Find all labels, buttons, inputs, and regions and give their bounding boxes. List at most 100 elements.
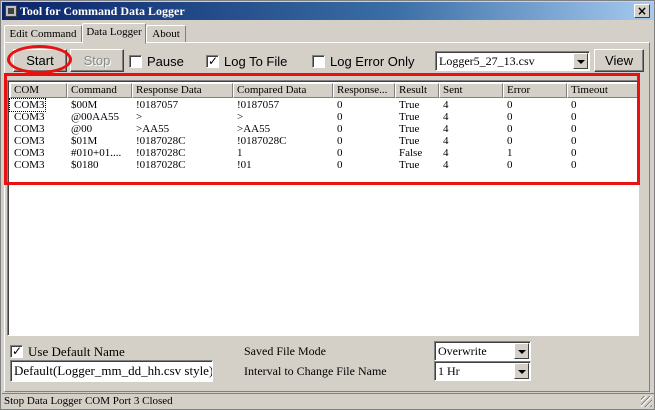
chevron-down-icon[interactable] (514, 363, 529, 379)
cell-com: COM3 (14, 159, 45, 171)
log-table[interactable]: COM Command Response Data Compared Data … (7, 80, 639, 336)
cell-error: 0 (507, 159, 513, 171)
cell-command: $0180 (71, 159, 99, 171)
stop-button[interactable]: Stop (70, 49, 124, 72)
tab-data-logger[interactable]: Data Logger (82, 23, 146, 44)
cell-error: 1 (507, 147, 513, 159)
view-button[interactable]: View (594, 49, 644, 72)
cell-command: @00AA55 (71, 111, 120, 123)
cell-result: True (399, 99, 420, 111)
pause-checkbox-box[interactable] (129, 55, 142, 68)
cell-result: True (399, 111, 420, 123)
cell-command: $00M (71, 99, 98, 111)
cell-sent: 4 (443, 99, 449, 111)
column-header-compared-data[interactable]: Compared Data (233, 83, 333, 98)
interval-value: 1 Hr (438, 364, 460, 378)
cell-result: True (399, 135, 420, 147)
cell-error: 0 (507, 123, 513, 135)
status-bar: Stop Data Logger COM Port 3 Closed (2, 393, 654, 409)
resize-grip-icon[interactable] (641, 396, 652, 407)
chevron-down-icon[interactable] (573, 53, 588, 69)
cell-timeout: 0 (571, 159, 577, 171)
title-bar: Tool for Command Data Logger × (2, 2, 654, 20)
cell-com: COM3 (14, 135, 45, 147)
cell-compared-data: > (237, 111, 244, 123)
cell-error: 0 (507, 135, 513, 147)
cell-error: 0 (507, 99, 513, 111)
column-header-result[interactable]: Result (395, 83, 439, 98)
cell-sent: 4 (443, 147, 449, 159)
log-to-file-checkbox[interactable]: Log To File (206, 54, 306, 69)
column-header-response-time[interactable]: Response... (333, 83, 395, 98)
cell-response-time: 0 (337, 135, 343, 147)
cell-compared-data: !0187057 (237, 99, 280, 111)
cell-response-time: 0 (337, 147, 343, 159)
cell-timeout: 0 (571, 123, 577, 135)
column-header-com[interactable]: COM (10, 83, 67, 98)
cell-timeout: 0 (571, 99, 577, 111)
cell-timeout: 0 (571, 135, 577, 147)
cell-com: COM3 (14, 147, 45, 159)
use-default-name-checkbox-box[interactable] (10, 344, 23, 359)
cell-sent: 4 (443, 159, 449, 171)
cell-compared-data: 1 (237, 147, 243, 159)
cell-response-time: 0 (337, 123, 343, 135)
pause-label: Pause (147, 54, 184, 69)
cell-timeout: 0 (571, 111, 577, 123)
window-title: Tool for Command Data Logger (20, 4, 185, 18)
close-button[interactable]: × (634, 4, 650, 18)
pause-checkbox[interactable]: Pause (129, 54, 199, 69)
cell-result: True (399, 159, 420, 171)
cell-com: COM3 (14, 111, 45, 123)
cell-response-data: !0187028C (136, 159, 186, 171)
cell-command: #010+01.... (71, 147, 122, 159)
tab-edit-command[interactable]: Edit Command (4, 25, 82, 43)
column-header-sent[interactable]: Sent (439, 83, 503, 98)
cell-response-data: >AA55 (136, 123, 170, 135)
column-header-error[interactable]: Error (503, 83, 567, 98)
cell-response-data: !0187057 (136, 99, 179, 111)
cell-response-time: 0 (337, 111, 343, 123)
cell-response-time: 0 (337, 159, 343, 171)
cell-response-data: !0187028C (136, 135, 186, 147)
cell-response-data: !0187028C (136, 147, 186, 159)
use-default-name-label: Use Default Name (28, 344, 125, 359)
cell-result: False (399, 147, 423, 159)
chevron-down-icon[interactable] (514, 343, 529, 359)
cell-compared-data: !0187028C (237, 135, 287, 147)
app-icon (5, 5, 17, 17)
log-file-select-value: Logger5_27_13.csv (439, 54, 535, 68)
cell-compared-data: !01 (237, 159, 252, 171)
column-header-timeout[interactable]: Timeout (567, 83, 638, 98)
column-header-response-data[interactable]: Response Data (132, 83, 233, 98)
saved-file-mode-select[interactable]: Overwrite (434, 341, 531, 361)
log-file-select[interactable]: Logger5_27_13.csv (435, 51, 590, 71)
status-text: Stop Data Logger COM Port 3 Closed (4, 395, 173, 407)
cell-com: COM3 (14, 123, 45, 135)
cell-com: COM3 (9, 98, 46, 112)
cell-sent: 4 (443, 135, 449, 147)
column-header-command[interactable]: Command (67, 83, 132, 98)
use-default-name-checkbox[interactable]: Use Default Name (10, 344, 140, 359)
log-to-file-label: Log To File (224, 54, 288, 69)
default-name-field[interactable]: Default(Logger_mm_dd_hh.csv style) (10, 360, 213, 382)
log-error-only-checkbox[interactable]: Log Error Only (312, 54, 427, 69)
start-button[interactable]: Start (13, 49, 67, 72)
cell-command: @00 (71, 123, 93, 135)
cell-sent: 4 (443, 123, 449, 135)
log-error-only-checkbox-box[interactable] (312, 55, 325, 68)
interval-select[interactable]: 1 Hr (434, 361, 531, 381)
cell-result: True (399, 123, 420, 135)
saved-file-mode-label: Saved File Mode (244, 344, 326, 358)
cell-sent: 4 (443, 111, 449, 123)
cell-response-time: 0 (337, 99, 343, 111)
cell-response-data: > (136, 111, 143, 123)
saved-file-mode-value: Overwrite (438, 344, 487, 358)
log-error-only-label: Log Error Only (330, 54, 415, 69)
interval-label: Interval to Change File Name (244, 364, 387, 378)
log-to-file-checkbox-box[interactable] (206, 54, 219, 69)
cell-timeout: 0 (571, 147, 577, 159)
cell-command: $01M (71, 135, 98, 147)
cell-error: 0 (507, 111, 513, 123)
tab-about[interactable]: About (146, 25, 186, 43)
